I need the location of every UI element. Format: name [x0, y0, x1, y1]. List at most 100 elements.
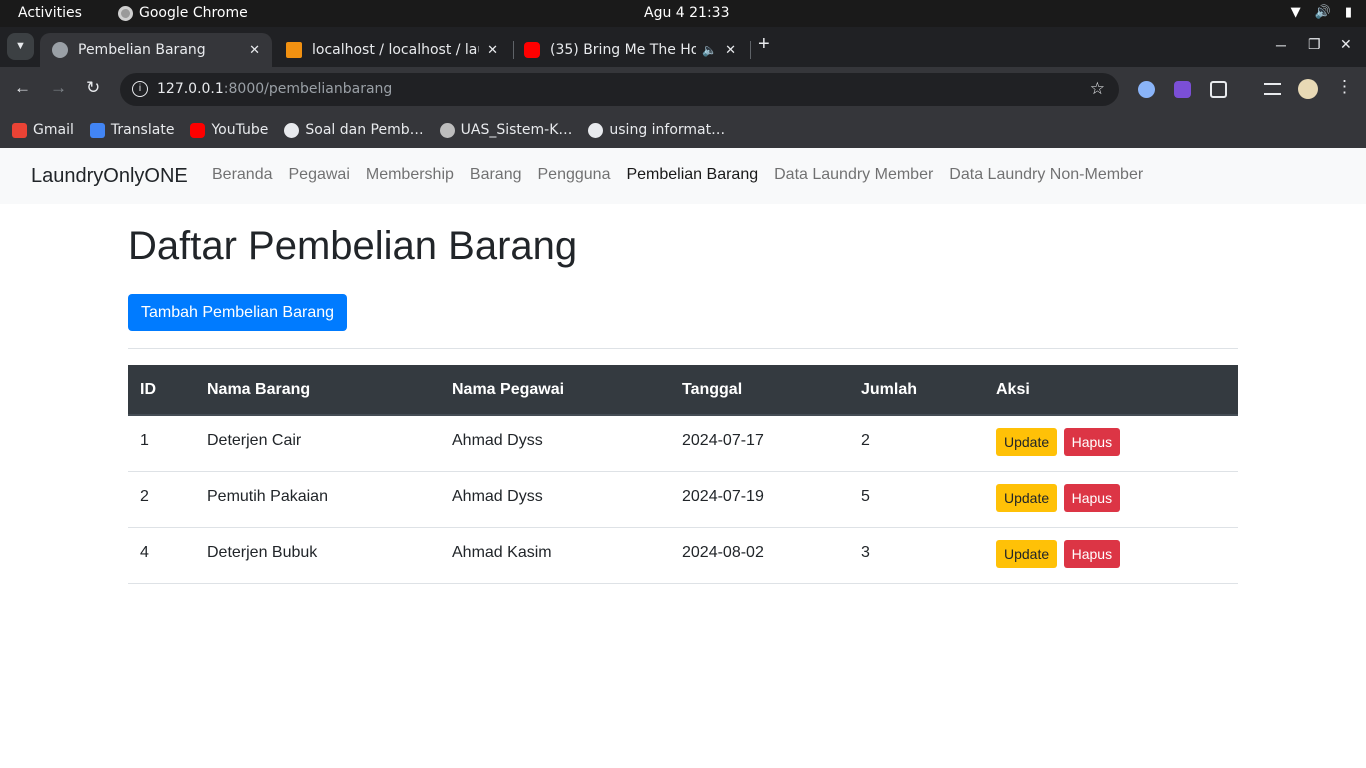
bookmark-soal[interactable]: Soal dan Pemb… — [284, 122, 424, 138]
update-button[interactable]: Update — [996, 483, 1058, 512]
tab-search-button[interactable]: ▼ — [7, 33, 34, 60]
bookmark-uas[interactable]: UAS_Sistem-K… — [439, 122, 573, 138]
cell-aksi: Update Hapus — [984, 471, 1238, 528]
nav-link-data-laundry-member[interactable]: Data Laundry Member — [774, 166, 933, 184]
avatar[interactable] — [1298, 79, 1318, 99]
nav-link-membership[interactable]: Membership — [366, 166, 454, 184]
nav-link-pembelian-barang[interactable]: Pembelian Barang — [626, 166, 758, 184]
globe-icon — [588, 122, 604, 138]
add-purchase-button[interactable]: Tambah Pembelian Barang — [128, 294, 348, 331]
app-menu[interactable]: Google Chrome — [118, 5, 248, 21]
divider — [128, 348, 1238, 349]
table-header-row: ID Nama Barang Nama Pegawai Tanggal Juml… — [128, 365, 1238, 416]
new-tab-button[interactable]: + — [758, 33, 770, 56]
speaker-icon[interactable]: 🔈 — [702, 43, 717, 57]
bookmark-star-icon[interactable]: ☆ — [1090, 79, 1105, 99]
nav-link-beranda[interactable]: Beranda — [212, 166, 273, 184]
close-icon[interactable]: ✕ — [725, 43, 736, 58]
tab-title: Pembelian Barang — [78, 42, 206, 58]
tab-title: localhost / localhost / lau — [312, 42, 480, 58]
chrome-icon — [118, 5, 133, 21]
tab-youtube[interactable]: (35) Bring Me The Hor 🔈 ✕ — [512, 33, 748, 67]
cell-aksi: Update Hapus — [984, 415, 1238, 472]
extensions-puzzle-icon[interactable] — [1210, 81, 1227, 98]
cell-nama-barang: Deterjen Bubuk — [195, 527, 440, 584]
cell-id: 4 — [128, 527, 195, 584]
bookmark-label: Soal dan Pemb… — [305, 122, 424, 138]
delete-button[interactable]: Hapus — [1063, 483, 1121, 512]
translate-icon — [89, 122, 105, 138]
globe-icon — [284, 122, 300, 138]
close-window-icon[interactable]: ✕ — [1340, 36, 1352, 53]
tab-strip: ▼ Pembelian Barang ✕ localhost / localho… — [0, 27, 1366, 67]
close-icon[interactable]: ✕ — [487, 43, 498, 58]
web-page: LaundryOnlyONE Beranda Pegawai Membershi… — [0, 148, 1366, 768]
cell-nama-barang: Pemutih Pakaian — [195, 471, 440, 528]
close-icon[interactable]: ✕ — [249, 43, 260, 58]
purchase-table: ID Nama Barang Nama Pegawai Tanggal Juml… — [128, 365, 1238, 584]
nav-link-pengguna[interactable]: Pengguna — [538, 166, 611, 184]
system-top-bar: Activities Google Chrome Agu 4 21:33 ▼ 🔊… — [0, 0, 1366, 27]
extension-icon[interactable] — [1138, 81, 1155, 98]
bookmark-gmail[interactable]: Gmail — [12, 122, 74, 138]
bookmark-youtube[interactable]: YouTube — [190, 122, 268, 138]
cell-jumlah: 3 — [849, 527, 984, 584]
tab-phpmyadmin[interactable]: localhost / localhost / lau ✕ — [274, 33, 510, 67]
nav-link-barang[interactable]: Barang — [470, 166, 522, 184]
column-header-aksi: Aksi — [984, 365, 1238, 416]
bookmark-label: UAS_Sistem-K… — [460, 122, 573, 138]
cell-id: 1 — [128, 415, 195, 472]
table-row: 1 Deterjen Cair Ahmad Dyss 2024-07-17 2 … — [128, 415, 1238, 472]
cell-nama-barang: Deterjen Cair — [195, 415, 440, 472]
app-name-label: Google Chrome — [139, 5, 248, 21]
battery-icon: ▮ — [1344, 5, 1352, 20]
minimize-icon[interactable]: ─ — [1276, 37, 1286, 53]
update-button[interactable]: Update — [996, 539, 1058, 568]
table-row: 4 Deterjen Bubuk Ahmad Kasim 2024-08-02 … — [128, 527, 1238, 584]
nav-link-pegawai[interactable]: Pegawai — [289, 166, 350, 184]
cell-jumlah: 5 — [849, 471, 984, 528]
cell-tanggal: 2024-07-17 — [670, 415, 849, 472]
seal-icon — [439, 122, 455, 138]
extension-icon[interactable] — [1174, 81, 1191, 98]
brand-link[interactable]: LaundryOnlyONE — [31, 165, 188, 188]
menu-icon[interactable]: ⋮ — [1336, 77, 1353, 97]
nav-link-data-laundry-non-member[interactable]: Data Laundry Non-Member — [949, 166, 1143, 184]
nav-links: Beranda Pegawai Membership Barang Penggu… — [212, 166, 1143, 184]
delete-button[interactable]: Hapus — [1063, 539, 1121, 568]
bookmark-label: Translate — [110, 122, 175, 138]
column-header-jumlah: Jumlah — [849, 365, 984, 416]
activities-button[interactable]: Activities — [18, 5, 82, 21]
cell-nama-pegawai: Ahmad Kasim — [440, 527, 670, 584]
bookmark-label: using informat… — [609, 122, 726, 138]
table-row: 2 Pemutih Pakaian Ahmad Dyss 2024-07-19 … — [128, 471, 1238, 528]
cell-nama-pegawai: Ahmad Dyss — [440, 415, 670, 472]
reload-button[interactable]: ↻ — [86, 78, 100, 98]
bookmark-using-informat[interactable]: using informat… — [588, 122, 725, 138]
update-button[interactable]: Update — [996, 428, 1058, 456]
address-bar[interactable]: i 127.0.0.1:8000/pembelianbarang ☆ — [120, 73, 1119, 106]
volume-icon: 🔊 — [1314, 5, 1331, 20]
system-tray[interactable]: ▼ 🔊 ▮ — [1291, 5, 1352, 20]
url-text[interactable]: 127.0.0.1:8000/pembelianbarang — [157, 81, 392, 97]
page-title: Daftar Pembelian Barang — [128, 224, 578, 268]
tab-separator — [750, 41, 751, 59]
restore-icon[interactable]: ❐ — [1308, 36, 1321, 53]
bookmark-translate[interactable]: Translate — [89, 122, 175, 138]
cell-jumlah: 2 — [849, 415, 984, 472]
forward-button[interactable]: → — [50, 78, 67, 98]
cell-tanggal: 2024-07-19 — [670, 471, 849, 528]
delete-button[interactable]: Hapus — [1063, 428, 1121, 456]
bookmark-label: Gmail — [33, 122, 74, 138]
cell-tanggal: 2024-08-02 — [670, 527, 849, 584]
back-button[interactable]: ← — [14, 78, 31, 98]
site-info-icon[interactable]: i — [132, 81, 148, 97]
clock[interactable]: Agu 4 21:33 — [644, 5, 730, 21]
bookmark-label: YouTube — [211, 122, 269, 138]
column-header-nama-pegawai: Nama Pegawai — [440, 365, 670, 416]
globe-icon — [52, 42, 68, 58]
cell-nama-pegawai: Ahmad Dyss — [440, 471, 670, 528]
media-control-icon[interactable] — [1264, 83, 1281, 95]
tab-pembelian-barang[interactable]: Pembelian Barang ✕ — [40, 33, 272, 67]
column-header-id: ID — [128, 365, 195, 416]
